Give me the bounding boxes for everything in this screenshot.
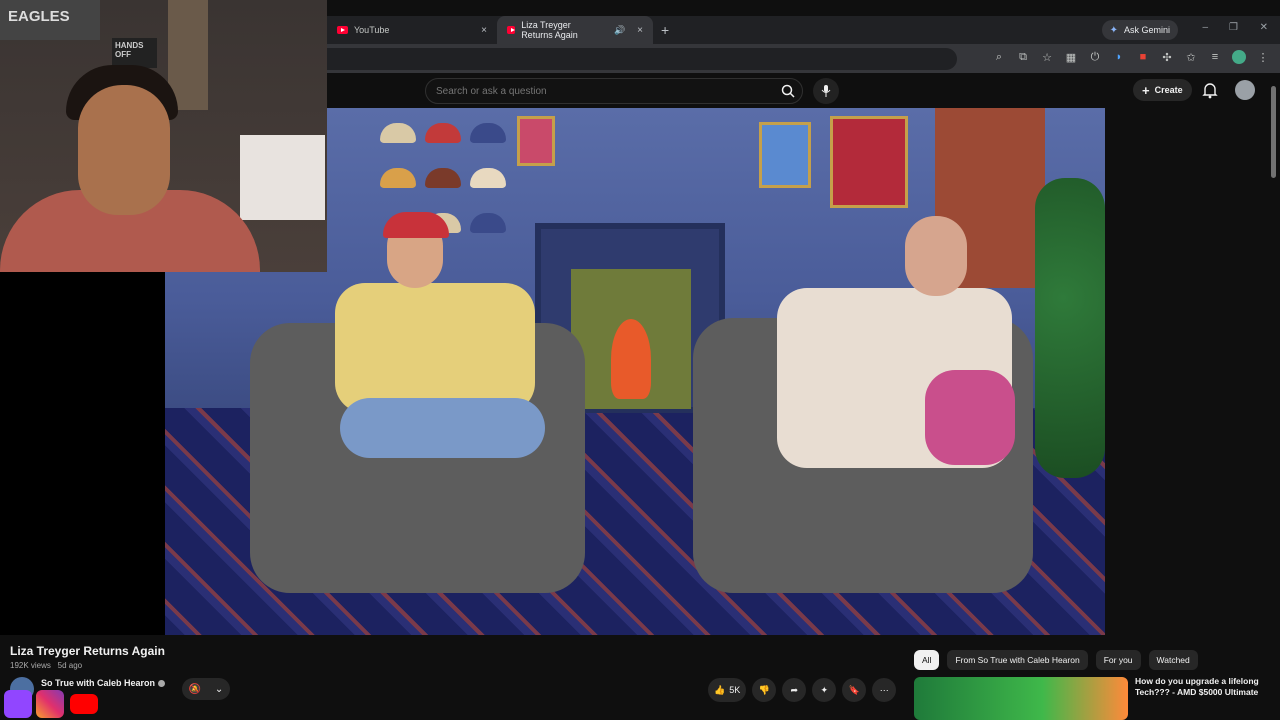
chip-watched[interactable]: Watched (1148, 650, 1198, 670)
tab-close-icon[interactable]: × (481, 25, 487, 36)
bookmark-icon: 🔖 (848, 684, 860, 695)
search-input[interactable] (436, 85, 756, 97)
chip-for-you[interactable]: For you (1095, 650, 1141, 670)
notifications-bell-icon[interactable] (1202, 81, 1218, 99)
video-host (335, 283, 535, 413)
eagles-sign: EAGLES (0, 0, 100, 40)
notification-toggle[interactable]: 🔕 ⌄ (182, 678, 230, 700)
create-label: Create (1154, 85, 1183, 95)
search-box[interactable] (425, 78, 803, 104)
more-horizontal-icon: ⋯ (879, 684, 889, 695)
extensions-puzzle-icon[interactable]: ✣ (1160, 50, 1174, 64)
user-avatar[interactable] (1235, 80, 1255, 100)
more-actions-button[interactable]: ⋯ (872, 678, 897, 702)
save-button[interactable]: 🔖 (842, 678, 867, 702)
create-button[interactable]: + Create (1133, 79, 1192, 101)
upload-age: 5d ago (57, 661, 83, 670)
like-count: 5K (729, 685, 741, 695)
chevron-down-icon: ⌄ (214, 683, 224, 695)
media-icon[interactable]: ≡ (1208, 50, 1222, 64)
youtube-favicon-icon (337, 26, 348, 34)
bell-off-icon: 🔕 (188, 683, 202, 695)
search-icon[interactable] (776, 80, 800, 102)
youtube-favicon-icon (507, 26, 516, 34)
new-tab-button[interactable]: + (661, 22, 669, 38)
minimize-icon[interactable]: – (1202, 22, 1208, 33)
menu-kebab-icon[interactable]: ⋮ (1256, 50, 1270, 64)
ask-ai-button[interactable]: ✦ (812, 678, 837, 702)
extension-1-icon[interactable]: ▦ (1064, 50, 1078, 64)
tab-title: Liza Treyger Returns Again (521, 20, 578, 40)
youtube-icon (70, 694, 98, 714)
browser-tab-bar: YouTube × Liza Treyger Returns Again 🔊 ×… (327, 16, 1280, 44)
streamer-face (78, 85, 170, 215)
recommendation-filters: All From So True with Caleb Hearon For y… (914, 650, 1198, 670)
view-count: 192K views (10, 661, 51, 670)
share-icon: ➦ (790, 684, 798, 695)
video-actions: 👍 5K 👎 ➦ ✦ 🔖 ⋯ (708, 678, 897, 702)
recommended-video-thumbnail[interactable] (914, 677, 1128, 720)
screen: YouTube × Liza Treyger Returns Again 🔊 ×… (0, 0, 1280, 720)
address-bar[interactable] (327, 48, 957, 70)
share-button[interactable]: ➦ (782, 678, 807, 702)
hands-off-sign: HANDS OFF (112, 38, 157, 68)
recommended-video-title[interactable]: How do you upgrade a lifelong Tech??? - … (1135, 676, 1265, 698)
tab-youtube[interactable]: YouTube × (327, 16, 497, 44)
channel-name: So True with Caleb Hearon (41, 678, 156, 688)
gemini-icon: ✦ (1109, 24, 1118, 36)
video-frame-art (517, 116, 555, 166)
power-icon[interactable]: ⏻ (1088, 50, 1102, 64)
video-meta: 192K views 5d ago (10, 661, 82, 670)
restore-icon[interactable]: ❐ (1229, 22, 1238, 33)
sparkle-icon: ✦ (820, 684, 828, 695)
gemini-label: Ask Gemini (1123, 25, 1170, 35)
video-host-legs (340, 398, 545, 458)
page-scrollbar[interactable] (1271, 86, 1276, 178)
verified-icon (158, 679, 166, 687)
speaker-icon[interactable]: 🔊 (614, 25, 625, 36)
video-frame-art (830, 116, 908, 208)
like-button[interactable]: 👍 5K (708, 678, 747, 702)
browser-toolbar: ⌕ ⧉ ☆ ▦ ⏻ ◗ ■ ✣ ✩ ≡ ⋮ (327, 44, 1280, 73)
bookmarks-icon[interactable]: ✩ (1184, 50, 1198, 64)
extension-2-icon[interactable]: ◗ (1112, 50, 1126, 64)
video-guest-head (905, 216, 967, 296)
thumbs-down-icon: 👎 (758, 684, 770, 695)
thumbs-up-icon: 👍 (714, 684, 726, 695)
tab-video[interactable]: Liza Treyger Returns Again 🔊 × (497, 16, 653, 44)
youtube-header: + Create (327, 73, 1280, 108)
video-guest-pillow (925, 370, 1015, 465)
chip-all[interactable]: All (914, 650, 940, 670)
ask-gemini-button[interactable]: ✦ Ask Gemini (1101, 20, 1178, 40)
webcam-overlay: EAGLES HANDS OFF (0, 0, 327, 272)
tab-title: YouTube (354, 25, 390, 35)
extension-3-icon[interactable]: ■ (1136, 50, 1150, 64)
bookmark-star-icon[interactable]: ☆ (1040, 50, 1054, 64)
close-window-icon[interactable]: ✕ (1260, 22, 1268, 33)
desk-printer (240, 135, 325, 220)
left-letterbox (0, 272, 165, 635)
toolbar-icons: ⌕ ⧉ ☆ ▦ ⏻ ◗ ■ ✣ ✩ ≡ ⋮ (992, 50, 1270, 64)
dislike-button[interactable]: 👎 (752, 678, 777, 702)
profile-icon[interactable] (1232, 50, 1246, 64)
twitch-icon (4, 690, 32, 718)
video-frame-art (759, 122, 811, 188)
tab-close-icon[interactable]: × (637, 25, 643, 36)
zoom-icon[interactable]: ⌕ (992, 50, 1006, 64)
chip-from-channel[interactable]: From So True with Caleb Hearon (947, 650, 1088, 670)
video-title: Liza Treyger Returns Again (10, 644, 165, 658)
install-icon[interactable]: ⧉ (1016, 50, 1030, 64)
microphone-icon[interactable] (813, 78, 839, 104)
channel-link[interactable]: So True with Caleb Hearon (41, 678, 166, 688)
video-plant (1035, 178, 1105, 478)
instagram-icon (36, 690, 64, 718)
video-host-hat (383, 212, 449, 238)
plus-icon: + (1142, 82, 1150, 98)
